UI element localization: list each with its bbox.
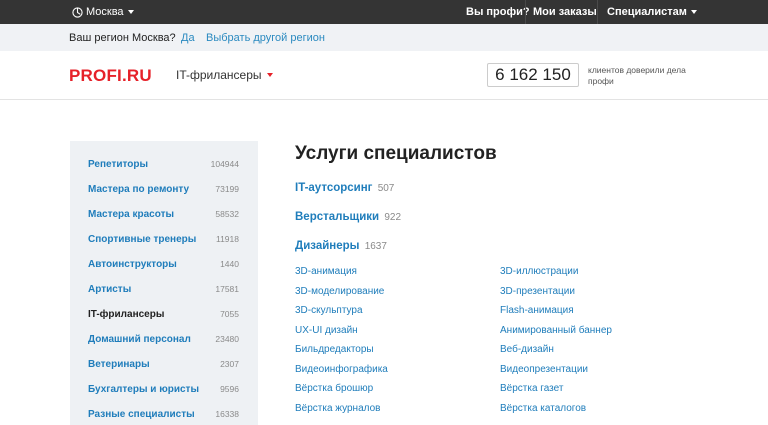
sidebar-item-count: 58532 bbox=[215, 209, 239, 219]
service-link[interactable]: Flash-анимация bbox=[500, 305, 574, 316]
service-group-outsourcing: IT-аутсорсинг 507 bbox=[295, 182, 394, 194]
sidebar-item-label: Репетиторы bbox=[88, 159, 149, 170]
category-label: IT-фрилансеры bbox=[176, 68, 262, 82]
sidebar-item-tutors[interactable]: Репетиторы 104944 bbox=[70, 155, 258, 175]
globe-icon bbox=[72, 6, 83, 18]
counter-note: клиентов доверили дела профи bbox=[588, 65, 686, 86]
service-group-count: 922 bbox=[384, 212, 402, 223]
sidebar-item-count: 16338 bbox=[215, 409, 239, 419]
service-link[interactable]: Вёрстка каталогов bbox=[500, 403, 586, 414]
service-link[interactable]: Вёрстка газет bbox=[500, 383, 563, 394]
chevron-down-icon bbox=[690, 10, 697, 14]
sidebar-item-vets[interactable]: Ветеринары 2307 bbox=[70, 355, 258, 375]
logo[interactable]: PROFI.RU bbox=[69, 66, 152, 86]
sidebar-item-accounting[interactable]: Бухгалтеры и юристы 9596 bbox=[70, 380, 258, 400]
sidebar-item-beauty[interactable]: Мастера красоты 58532 bbox=[70, 205, 258, 225]
service-link[interactable]: Вёрстка брошюр bbox=[295, 383, 373, 394]
service-link[interactable]: 3D-иллюстрации bbox=[500, 266, 578, 277]
sidebar-item-label: Мастера по ремонту bbox=[88, 184, 190, 195]
service-link[interactable]: Веб-дизайн bbox=[500, 344, 554, 355]
nav-for-specialists[interactable]: Специалистам bbox=[607, 0, 697, 24]
service-link[interactable]: Видеоинфографика bbox=[295, 364, 388, 375]
sidebar-item-label: IT-фрилансеры bbox=[88, 309, 165, 320]
city-name: Москва bbox=[86, 6, 124, 18]
sidebar-item-label: Ветеринары bbox=[88, 359, 150, 370]
sidebar-item-artists[interactable]: Артисты 17581 bbox=[70, 280, 258, 300]
sidebar-item-count: 17581 bbox=[215, 284, 239, 294]
sidebar-item-count: 23480 bbox=[215, 334, 239, 344]
sidebar-item-label: Автоинструкторы bbox=[88, 259, 177, 270]
sidebar-item-count: 2307 bbox=[220, 359, 239, 369]
sidebar-item-repair[interactable]: Мастера по ремонту 73199 bbox=[70, 180, 258, 200]
service-link[interactable]: 3D-моделирование bbox=[295, 286, 384, 297]
sidebar-item-label: Мастера красоты bbox=[88, 209, 175, 220]
sidebar-item-count: 11918 bbox=[215, 234, 239, 244]
sidebar-item-driving[interactable]: Автоинструкторы 1440 bbox=[70, 255, 258, 275]
category-selector[interactable]: IT-фрилансеры bbox=[176, 68, 273, 82]
service-group-count: 1637 bbox=[364, 241, 387, 252]
site-header: PROFI.RU IT-фрилансеры 6 162 150 клиенто… bbox=[0, 51, 768, 100]
sidebar-item-household[interactable]: Домашний персонал 23480 bbox=[70, 330, 258, 350]
service-link[interactable]: 3D-анимация bbox=[295, 266, 357, 277]
sidebar-item-other[interactable]: Разные специалисты 16338 bbox=[70, 405, 258, 425]
service-group-link[interactable]: IT-аутсорсинг bbox=[295, 182, 372, 194]
service-link[interactable]: Анимированный баннер bbox=[500, 325, 612, 336]
region-other-link[interactable]: Выбрать другой регион bbox=[206, 32, 325, 44]
sidebar-item-label: Разные специалисты bbox=[88, 409, 195, 420]
region-yes-link[interactable]: Да bbox=[181, 32, 195, 44]
sidebar-item-label: Домашний персонал bbox=[88, 334, 191, 345]
service-group-count: 507 bbox=[377, 183, 395, 194]
sidebar-item-count: 9596 bbox=[220, 384, 239, 394]
service-link[interactable]: Вёрстка журналов bbox=[295, 403, 380, 414]
sidebar-item-count: 7055 bbox=[220, 309, 239, 319]
city-selector[interactable]: Москва bbox=[72, 0, 134, 24]
sidebar-item-it[interactable]: IT-фрилансеры 7055 bbox=[70, 305, 258, 325]
sidebar-item-label: Артисты bbox=[88, 284, 132, 295]
service-group-link[interactable]: Верстальщики bbox=[295, 211, 379, 223]
nav-divider bbox=[525, 0, 526, 24]
service-group-layout: Верстальщики 922 bbox=[295, 211, 401, 223]
service-link[interactable]: 3D-скульптура bbox=[295, 305, 363, 316]
chevron-down-icon bbox=[127, 10, 134, 14]
nav-are-you-pro[interactable]: Вы профи? bbox=[466, 0, 530, 24]
service-link[interactable]: 3D-презентации bbox=[500, 286, 575, 297]
category-sidebar: Репетиторы 104944 Мастера по ремонту 731… bbox=[70, 141, 258, 425]
service-group-link[interactable]: Дизайнеры bbox=[295, 240, 359, 252]
service-group-design: Дизайнеры 1637 bbox=[295, 240, 387, 252]
sidebar-item-sport[interactable]: Спортивные тренеры 11918 bbox=[70, 230, 258, 250]
sidebar-item-count: 1440 bbox=[220, 259, 239, 269]
sidebar-item-count: 73199 bbox=[215, 184, 239, 194]
service-link[interactable]: Бильдредакторы bbox=[295, 344, 374, 355]
top-bar: Москва Вы профи? Мои заказы Специалистам bbox=[0, 0, 768, 24]
service-link[interactable]: Видеопрезентации bbox=[500, 364, 588, 375]
service-link[interactable]: UX-UI дизайн bbox=[295, 325, 358, 336]
chevron-down-icon bbox=[266, 73, 273, 77]
nav-divider bbox=[597, 0, 598, 24]
clients-counter: 6 162 150 bbox=[487, 63, 579, 87]
sidebar-item-label: Бухгалтеры и юристы bbox=[88, 384, 199, 395]
region-bar: Ваш регион Москва? Да Выбрать другой рег… bbox=[0, 24, 768, 51]
region-question: Ваш регион Москва? bbox=[69, 32, 176, 44]
sidebar-item-count: 104944 bbox=[210, 159, 239, 169]
sidebar-item-label: Спортивные тренеры bbox=[88, 234, 197, 245]
nav-my-orders[interactable]: Мои заказы bbox=[533, 0, 597, 24]
nav-for-specialists-label: Специалистам bbox=[607, 6, 687, 18]
page-title: Услуги специалистов bbox=[295, 143, 497, 164]
